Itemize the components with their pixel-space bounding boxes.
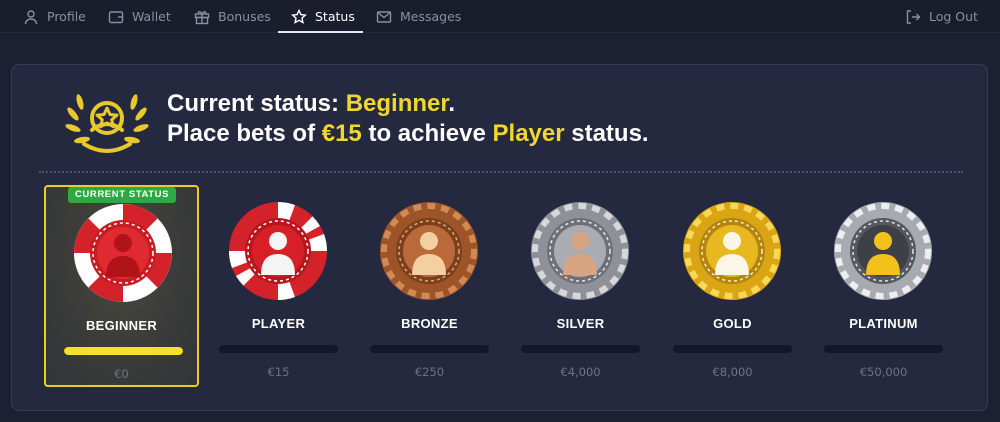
tier-amount: €4,000 xyxy=(560,365,601,379)
next-status-suffix: status. xyxy=(564,120,649,147)
tier-name: BRONZE xyxy=(401,316,458,331)
chip-gold-icon xyxy=(683,202,781,300)
tier-amount: €0 xyxy=(114,367,129,381)
nav-status[interactable]: Status xyxy=(291,0,355,33)
chip-platinum-icon xyxy=(834,202,932,300)
tier-progress-bar xyxy=(673,345,792,353)
nav-bonuses[interactable]: Bonuses xyxy=(194,0,271,33)
tier-silver[interactable]: SILVER €4,000 xyxy=(503,185,658,387)
nav-messages-label: Messages xyxy=(400,9,462,24)
status-panel: Current status: Beginner. Place bets of … xyxy=(11,64,988,411)
tier-platinum[interactable]: PLATINUM €50,000 xyxy=(806,185,961,387)
wallet-icon xyxy=(108,10,124,23)
tier-name: SILVER xyxy=(556,316,605,331)
active-tab-indicator xyxy=(278,31,363,33)
next-status-line: Place bets of €15 to achieve Player stat… xyxy=(167,119,649,149)
current-status-line: Current status: Beginner. xyxy=(167,89,649,119)
chip-player-icon xyxy=(228,201,328,301)
gift-icon xyxy=(194,10,210,24)
logout-label: Log Out xyxy=(929,9,978,24)
current-status-suffix: . xyxy=(448,90,456,117)
current-status-badge: CURRENT STATUS xyxy=(68,187,176,203)
nav-profile[interactable]: Profile xyxy=(23,0,86,33)
tier-name: PLATINUM xyxy=(849,316,918,331)
current-status-prefix: Current status: xyxy=(167,90,346,117)
tier-amount: €8,000 xyxy=(712,365,753,379)
divider xyxy=(39,171,963,173)
tier-progress-bar xyxy=(370,345,489,353)
chip-bronze-icon xyxy=(380,202,478,300)
required-bet-amount: €15 xyxy=(321,120,362,147)
tier-progress-fill xyxy=(64,347,183,355)
laurel-star-icon xyxy=(65,94,149,153)
tier-gold[interactable]: GOLD €8,000 xyxy=(655,185,810,387)
logout-icon xyxy=(906,9,921,24)
nav-wallet[interactable]: Wallet xyxy=(108,0,171,33)
tier-progress-bar xyxy=(521,345,640,353)
next-status-value: Player xyxy=(492,120,565,147)
top-navigation: Profile Wallet Bonuses Status Messages L… xyxy=(0,0,1000,33)
tier-player[interactable]: PLAYER €15 xyxy=(201,185,356,387)
tier-beginner[interactable]: CURRENT STATUS BEGINNER €0 xyxy=(44,185,199,387)
tier-amount: €15 xyxy=(267,365,290,379)
current-status-value: Beginner xyxy=(345,90,449,117)
nav-wallet-label: Wallet xyxy=(132,9,171,24)
user-icon xyxy=(24,9,38,24)
tier-name: PLAYER xyxy=(251,316,306,331)
mail-icon xyxy=(376,10,392,23)
tier-name: BEGINNER xyxy=(85,318,158,333)
nav-status-label: Status xyxy=(315,9,355,24)
tier-bronze[interactable]: BRONZE €250 xyxy=(352,185,507,387)
tier-progress-bar xyxy=(824,345,943,353)
nav-profile-label: Profile xyxy=(47,9,86,24)
tier-amount: €50,000 xyxy=(859,365,908,379)
chip-beginner-icon xyxy=(74,204,172,302)
star-icon xyxy=(291,8,307,24)
tier-progress-bar xyxy=(64,347,183,355)
nav-bonuses-label: Bonuses xyxy=(218,9,271,24)
next-status-prefix: Place bets of xyxy=(167,120,322,147)
status-headline: Current status: Beginner. Place bets of … xyxy=(167,89,649,149)
next-status-middle: to achieve xyxy=(361,120,493,147)
logout-button[interactable]: Log Out xyxy=(905,0,978,33)
nav-messages[interactable]: Messages xyxy=(376,0,461,33)
tier-amount: €250 xyxy=(414,365,445,379)
tier-progress-bar xyxy=(219,345,338,353)
tier-name: GOLD xyxy=(713,316,752,331)
chip-silver-icon xyxy=(531,202,629,300)
